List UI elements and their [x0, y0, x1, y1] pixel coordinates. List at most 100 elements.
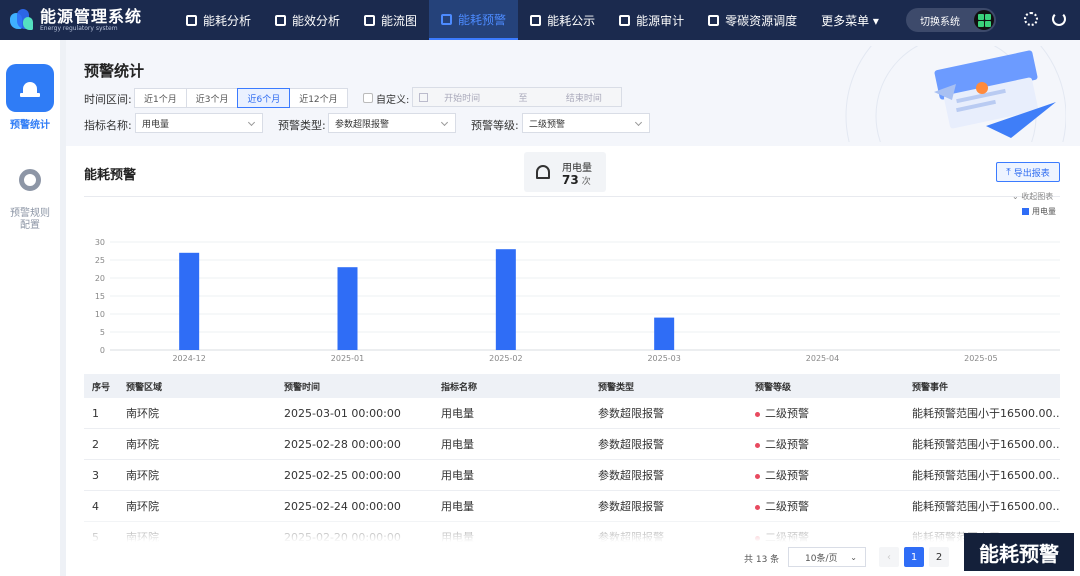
- switch-system-button[interactable]: 切换系统: [906, 8, 996, 32]
- alarm-level-select[interactable]: 二级预警: [522, 113, 650, 133]
- decorative-illustration: [845, 46, 1066, 142]
- time-range-selector: 近1个月 近3个月 近6个月 近12个月: [134, 88, 348, 108]
- alert-dot-icon: [755, 442, 760, 448]
- sidebar-item-label: 预警统计: [10, 120, 50, 131]
- table-header: 序号 预警区域 预警时间 指标名称 预警类型 预警等级 预警事件: [84, 374, 1060, 398]
- nav-item-7[interactable]: 更多菜单 ▾: [809, 0, 891, 40]
- x-tick-label: 2025-05: [964, 354, 997, 363]
- alarm-bar-chart: 0 5 10 15 20 25 30 2024-12 2025-01 2025-02 2025-03…: [95, 238, 1060, 363]
- alert-dot-icon: [755, 504, 760, 510]
- collapse-chart-label: 收起图表: [1021, 192, 1054, 201]
- main-nav: 能耗分析 能效分析 能流图 能耗预警 能耗公示 能源审计 零碳资源调度 更多菜单 ▾: [174, 0, 891, 40]
- prev-page-button[interactable]: ‹: [879, 547, 899, 567]
- line-chart-icon: [275, 14, 287, 26]
- page-size-value: 10条/页: [805, 553, 838, 564]
- table-cell: 3: [92, 468, 99, 482]
- logo-icon: [10, 9, 34, 31]
- table-cell: 2: [92, 437, 99, 451]
- range-button-0[interactable]: 近1个月: [134, 88, 187, 108]
- x-tick-label: 2025-03: [647, 354, 680, 363]
- column-header[interactable]: 预警时间: [284, 380, 441, 393]
- custom-checkbox[interactable]: [363, 93, 373, 103]
- sidebar-item-alarm-stats[interactable]: 预警统计: [0, 64, 60, 131]
- alarm-icon: [20, 78, 40, 98]
- nav-item-2[interactable]: 能流图: [352, 0, 429, 40]
- nav-item-label: 能流图: [381, 13, 418, 28]
- power-icon[interactable]: [1052, 12, 1066, 26]
- table-cell: 二级预警: [755, 436, 912, 452]
- gear-icon: [19, 169, 41, 191]
- bar-chart-icon: [186, 14, 197, 26]
- export-report-button[interactable]: ⤒ 导出报表: [996, 162, 1060, 182]
- nav-item-label: 能效分析: [292, 13, 341, 28]
- alarm-type-select[interactable]: 参数超限报警: [328, 113, 456, 133]
- y-tick-label: 25: [95, 256, 105, 265]
- alert-level-text: 二级预警: [765, 500, 809, 513]
- app-logo[interactable]: 能源管理系统 Energy regulatory system: [0, 8, 170, 33]
- table-cell: 用电量: [441, 407, 474, 420]
- column-header[interactable]: 预警等级: [755, 380, 912, 393]
- sidebar-item-alarm-rules[interactable]: 预警规则配置: [0, 156, 60, 232]
- collapse-chart-toggle[interactable]: ⌄ 收起图表: [1012, 191, 1053, 202]
- page-button-1[interactable]: 1: [904, 547, 924, 567]
- table-row[interactable]: 3 南环院 2025-02-25 00:00:00 用电量 参数超限报警 二级预警 能耗预警…: [84, 460, 1060, 491]
- alert-level-text: 二级预警: [765, 469, 809, 482]
- nav-item-4[interactable]: 能耗公示: [518, 0, 607, 40]
- column-header[interactable]: 预警类型: [598, 380, 755, 393]
- scroll-fade: [66, 520, 1080, 542]
- table-cell: 用电量: [441, 500, 474, 513]
- chart-legend[interactable]: 用电量: [1022, 206, 1056, 217]
- section-title: 能耗预警: [84, 168, 137, 183]
- column-header[interactable]: 指标名称: [441, 380, 598, 393]
- nav-item-1[interactable]: 能效分析: [263, 0, 352, 40]
- alert-level-text: 二级预警: [765, 438, 809, 451]
- page-title: 预警统计: [84, 62, 145, 80]
- range-button-3[interactable]: 近12个月: [289, 88, 348, 108]
- page-button-2[interactable]: 2: [929, 547, 949, 567]
- range-button-2[interactable]: 近6个月: [237, 88, 291, 108]
- bar-2025-02[interactable]: [495, 249, 516, 350]
- top-bar: 能源管理系统 Energy regulatory system 能耗分析 能效分析…: [0, 0, 1080, 40]
- table-row[interactable]: 2 南环院 2025-02-28 00:00:00 用电量 参数超限报警 二级预警 能耗预警…: [84, 429, 1060, 460]
- table-cell: 2025-02-28 00:00:00: [284, 437, 401, 451]
- x-tick-label: 2025-04: [806, 354, 839, 363]
- x-tick-label: 2024-12: [172, 354, 205, 363]
- nav-item-5[interactable]: 能源审计: [607, 0, 696, 40]
- table-cell: 2025-02-24 00:00:00: [284, 499, 401, 513]
- kpi-number: 73: [562, 173, 579, 187]
- schedule-icon: [708, 14, 720, 26]
- nav-item-3[interactable]: 能耗预警: [429, 0, 519, 40]
- column-header[interactable]: 序号: [84, 380, 126, 393]
- table-row[interactable]: 1 南环院 2025-03-01 00:00:00 用电量 参数超限报警 二级预警 能耗预警…: [84, 398, 1060, 429]
- settings-icon[interactable]: [1024, 12, 1038, 26]
- column-header[interactable]: 预警事件: [912, 380, 1060, 393]
- indicator-select[interactable]: 用电量: [135, 113, 263, 133]
- legend-swatch: [1022, 208, 1029, 215]
- y-tick-label: 15: [95, 292, 105, 301]
- table-row[interactable]: 4 南环院 2025-02-24 00:00:00 用电量 参数超限报警 二级预警 能耗预警…: [84, 491, 1060, 522]
- start-date-placeholder: 开始时间: [444, 93, 481, 104]
- leaf-icon: [530, 14, 542, 26]
- indicator-label: 指标名称:: [84, 119, 132, 132]
- bar-2024-12[interactable]: [179, 252, 200, 350]
- range-button-1[interactable]: 近3个月: [185, 88, 239, 108]
- nav-item-0[interactable]: 能耗分析: [174, 0, 263, 40]
- page-size-select[interactable]: 10条/页 ⌄: [788, 547, 866, 567]
- nav-item-6[interactable]: 零碳资源调度: [696, 0, 809, 40]
- table-cell: 2025-03-01 00:00:00: [284, 406, 401, 420]
- bar-2025-01[interactable]: [337, 267, 358, 350]
- bar-2025-03[interactable]: [654, 317, 675, 350]
- kpi-card: 用电量 73 次: [524, 152, 606, 192]
- column-header[interactable]: 预警区域: [126, 380, 284, 393]
- table-cell: 南环院: [126, 500, 159, 513]
- table-cell: 1: [92, 406, 99, 420]
- table-cell: 能耗预警范围小于16500.00...: [912, 469, 1060, 482]
- export-report-label: 导出报表: [1013, 168, 1050, 179]
- alarm-level-label: 预警等级:: [471, 119, 519, 132]
- alarm-lamp-icon: [536, 165, 550, 179]
- divider: [84, 196, 1060, 197]
- table-cell: 能耗预警范围小于16500.00...: [912, 438, 1060, 451]
- date-range-input[interactable]: 开始时间 至 结束时间: [412, 87, 622, 107]
- alert-level-text: 二级预警: [765, 407, 809, 420]
- y-tick-label: 0: [100, 346, 105, 355]
